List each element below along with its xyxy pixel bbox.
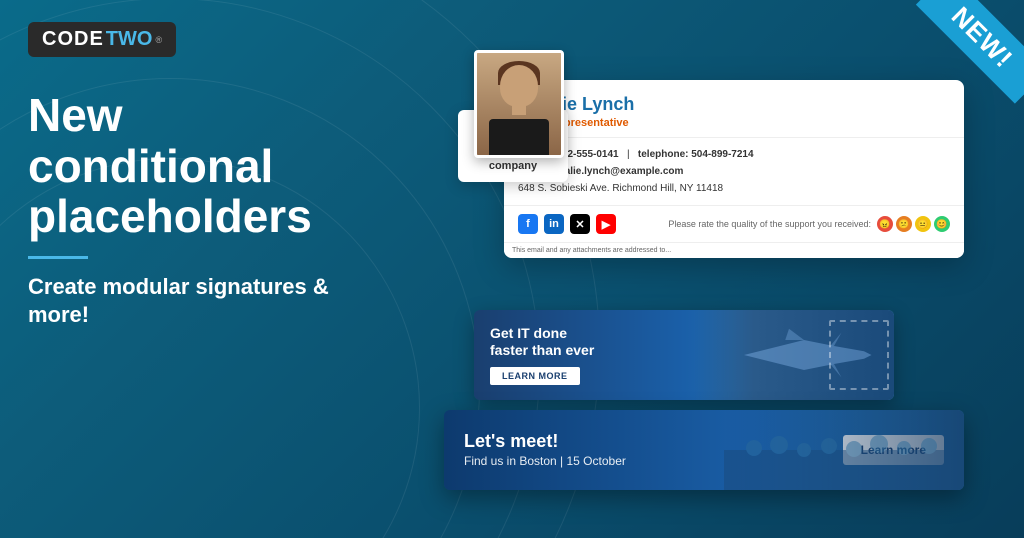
linkedin-icon[interactable]: in — [544, 214, 564, 234]
codetwo-logo: CODETWO® — [28, 22, 176, 57]
logo-code-text: CODE — [42, 28, 104, 51]
banner1-line2: faster than ever — [490, 342, 594, 358]
rating-face-4[interactable]: 😊 — [934, 216, 950, 232]
heading-line3: placeholders — [28, 190, 312, 242]
sig-address-row: 648 S. Sobieski Ave. Richmond Hill, NY 1… — [518, 180, 950, 197]
rating-face-2[interactable]: 😕 — [896, 216, 912, 232]
photo-bg — [477, 53, 561, 155]
new-banner: NEW! — [904, 0, 1024, 120]
heading-line1: New — [28, 89, 123, 141]
logo-two-text: TWO — [106, 28, 153, 51]
photo-neck — [512, 103, 526, 115]
banner-card-2: Let's meet! Find us in Boston | 15 Octob… — [444, 410, 964, 490]
left-content: New conditional placeholders Create modu… — [28, 90, 368, 330]
sig-name: Natalie Lynch — [518, 94, 950, 115]
banner1-text-area: Get IT done faster than ever LEARN MORE — [474, 311, 610, 399]
banner2-title: Let's meet! — [464, 432, 626, 452]
signature-card: Natalie Lynch Sales Representative mobil… — [504, 80, 964, 258]
rating-faces: 😠 😕 😐 😊 — [877, 216, 950, 232]
crowd-icon — [724, 410, 964, 490]
sig-tel-value: 504-899-7214 — [691, 149, 753, 160]
photo-body — [489, 119, 549, 155]
sig-tel-label: telephone: — [638, 149, 689, 160]
photo-head — [500, 65, 538, 107]
rating-section: Please rate the quality of the support y… — [668, 216, 950, 232]
company-name-text: company — [489, 160, 537, 172]
sig-mobile-row: mobile: 202-555-0141 | telephone: 504-89… — [518, 146, 950, 163]
sig-footer: f in ✕ ▶ Please rate the quality of the … — [504, 206, 964, 242]
main-background: NEW! CODETWO® New conditional placeholde… — [0, 0, 1024, 538]
heading-divider — [28, 256, 88, 259]
social-icons-group: f in ✕ ▶ — [518, 214, 616, 234]
youtube-icon[interactable]: ▶ — [596, 214, 616, 234]
banner2-left-area: Let's meet! Find us in Boston | 15 Octob… — [444, 420, 646, 480]
new-badge-text: NEW! — [916, 0, 1024, 104]
disclaimer-text: This email and any attachments are addre… — [512, 247, 671, 254]
banner1-line1: Get IT done — [490, 325, 567, 341]
sig-email-value: natalie.lynch@example.com — [550, 166, 684, 177]
sub-heading: Create modular signatures & more! — [28, 273, 368, 330]
banner1-title: Get IT done faster than ever — [490, 325, 594, 359]
twitter-x-icon[interactable]: ✕ — [570, 214, 590, 234]
logo-registered: ® — [155, 35, 162, 45]
banner-card-1: Get IT done faster than ever LEARN MORE — [474, 310, 894, 400]
banner1-learn-more-btn[interactable]: LEARN MORE — [490, 367, 580, 385]
rating-face-3[interactable]: 😐 — [915, 216, 931, 232]
sig-disclaimer: This email and any attachments are addre… — [504, 242, 964, 258]
sig-details: mobile: 202-555-0141 | telephone: 504-89… — [504, 138, 964, 206]
banner2-subtitle: Find us in Boston | 15 October — [464, 454, 626, 468]
rating-face-1[interactable]: 😠 — [877, 216, 893, 232]
rating-label: Please rate the quality of the support y… — [668, 219, 871, 229]
banner1-image — [694, 310, 894, 400]
sig-header: Natalie Lynch Sales Representative — [504, 80, 964, 138]
person-photo — [474, 50, 564, 158]
banner2-bg — [724, 410, 964, 490]
heading-line2: conditional — [28, 140, 273, 192]
main-heading: New conditional placeholders — [28, 90, 368, 242]
facebook-icon[interactable]: f — [518, 214, 538, 234]
sig-job-title: Sales Representative — [518, 117, 950, 129]
sig-email-row: email: natalie.lynch@example.com — [518, 163, 950, 180]
dashed-placeholder-box — [829, 320, 889, 390]
